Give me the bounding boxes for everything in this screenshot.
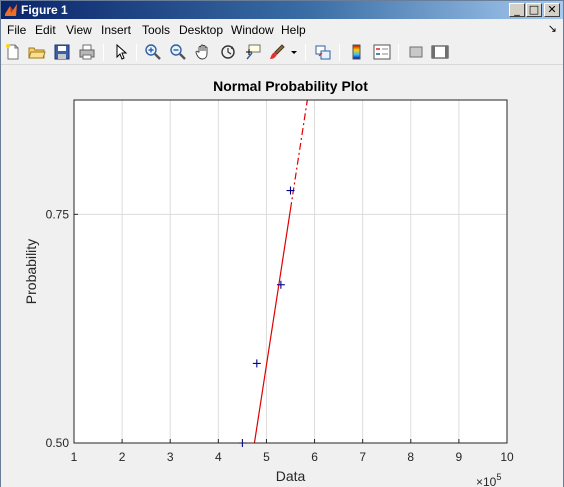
toolbar-separator [136,44,137,61]
x-axis-exponent-base: ×10 [476,475,497,487]
close-button[interactable]: ✕ [544,3,560,17]
y-axis-label: Probability [23,239,39,304]
y-tick-label: 0.50 [46,436,70,450]
menu-insert[interactable]: Insert [101,23,131,37]
x-tick-label: 1 [71,450,78,464]
x-axis-label: Data [276,468,306,484]
window-title: Figure 1 [21,3,68,17]
x-tick-label: 9 [456,450,463,464]
menu-help[interactable]: Help [281,23,306,37]
menu-bar: File Edit View Insert Tools Desktop Wind… [1,20,563,40]
y-tick-label: 0.75 [46,207,70,221]
menu-file[interactable]: File [7,23,26,37]
zoom-in-icon[interactable] [144,43,162,61]
x-axis-exponent-power: 5 [496,472,501,482]
link-plot-icon[interactable] [314,43,332,61]
toolbar-separator [103,44,104,61]
edit-plot-arrow-icon[interactable] [112,43,130,61]
brush-icon[interactable] [268,43,286,61]
axes-background[interactable] [74,100,507,443]
show-plot-tools-icon[interactable] [431,43,449,61]
x-tick-label: 6 [311,450,318,464]
dock-arrow-icon[interactable]: ↘ [548,22,557,35]
normal-probability-plot[interactable]: 1 2 3 4 5 6 7 8 9 10 0.50 0.75 Normal Probability P… [1,66,563,487]
toolbar-separator [305,44,306,61]
plot-title: Normal Probability Plot [213,78,368,94]
x-tick-label: 4 [215,450,222,464]
figure-toolbar [1,40,563,65]
title-bar[interactable]: Figure 1 _ □ ✕ [1,1,563,19]
insert-legend-icon[interactable] [373,43,391,61]
brush-dropdown-icon[interactable] [289,43,299,61]
rotate-3d-icon[interactable] [219,43,237,61]
pan-hand-icon[interactable] [194,43,212,61]
figure-window: Figure 1 _ □ ✕ File Edit View Insert Too… [0,0,564,487]
menu-tools[interactable]: Tools [142,23,170,37]
open-file-icon[interactable] [28,43,46,61]
x-tick-label: 8 [407,450,414,464]
toolbar-separator [398,44,399,61]
x-tick-label: 3 [167,450,174,464]
menu-view[interactable]: View [66,23,92,37]
toolbar-separator [339,44,340,61]
insert-colorbar-icon[interactable] [348,43,366,61]
menu-desktop[interactable]: Desktop [179,23,223,37]
figure-canvas: 1 2 3 4 5 6 7 8 9 10 0.50 0.75 Normal Probability P… [1,66,563,487]
data-cursor-icon[interactable] [244,43,262,61]
new-figure-icon[interactable] [4,43,22,61]
x-tick-label: 5 [263,450,270,464]
hide-plot-tools-icon[interactable] [407,43,425,61]
x-tick-label: 10 [500,450,514,464]
print-icon[interactable] [78,43,96,61]
x-tick-label: 7 [359,450,366,464]
menu-edit[interactable]: Edit [35,23,56,37]
matlab-logo-icon [5,4,17,16]
save-icon[interactable] [53,43,71,61]
maximize-button[interactable]: □ [526,3,542,17]
x-tick-label: 2 [119,450,126,464]
menu-window[interactable]: Window [231,23,274,37]
zoom-out-icon[interactable] [169,43,187,61]
x-axis-exponent: ×105 [476,472,501,487]
minimize-button[interactable]: _ [509,3,525,17]
